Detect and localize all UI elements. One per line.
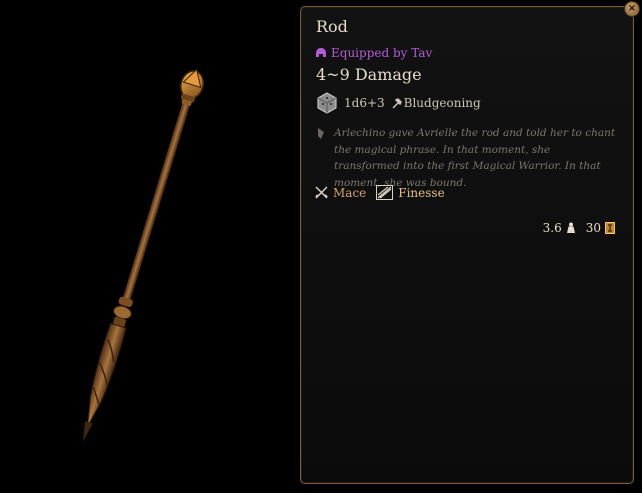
damage-type-label: Bludgeoning <box>403 96 481 110</box>
finesse-icon <box>376 185 394 200</box>
equipped-label: Equipped by Tav <box>331 46 433 60</box>
weight-stat: 3.6 <box>543 221 576 235</box>
damage-type: Bludgeoning <box>391 96 481 110</box>
dice-icon <box>317 92 337 114</box>
property-mace[interactable]: Mace <box>315 186 366 200</box>
gold-value: 30 <box>585 221 601 235</box>
weapon-properties: Mace Finesse <box>315 185 445 200</box>
damage-roll: 1d6+3 <box>344 96 385 110</box>
helmet-icon <box>316 48 326 57</box>
rod-item-image <box>82 68 205 442</box>
weight-icon <box>566 222 575 233</box>
item-description: Arlechino gave Avrielle the rod and told… <box>334 127 616 189</box>
property-mace-label: Mace <box>333 185 367 200</box>
value-stat: 30 <box>586 221 615 235</box>
weight-value: 3.6 <box>542 221 562 235</box>
item-tooltip: Rod Equipped by Tav 4~9 Damage 1d6+3 Blu… <box>300 6 634 484</box>
item-title: Rod <box>316 17 348 36</box>
equipped-by: Equipped by Tav <box>315 46 432 60</box>
gold-coin-icon <box>605 222 615 234</box>
property-finesse-label: Finesse <box>398 185 445 200</box>
description-block: Arlechino gave Avrielle the rod and told… <box>316 125 616 191</box>
close-button[interactable]: × <box>624 1 640 17</box>
damage-range: 4~9 Damage <box>316 65 422 84</box>
crossed-swords-icon <box>315 186 328 199</box>
quill-icon <box>318 128 324 139</box>
damage-roll-row: 1d6+3 Bludgeoning <box>316 92 481 114</box>
item-stats: 3.6 30 <box>543 221 615 235</box>
hammer-icon <box>392 97 402 109</box>
property-finesse[interactable]: Finesse <box>376 185 445 200</box>
